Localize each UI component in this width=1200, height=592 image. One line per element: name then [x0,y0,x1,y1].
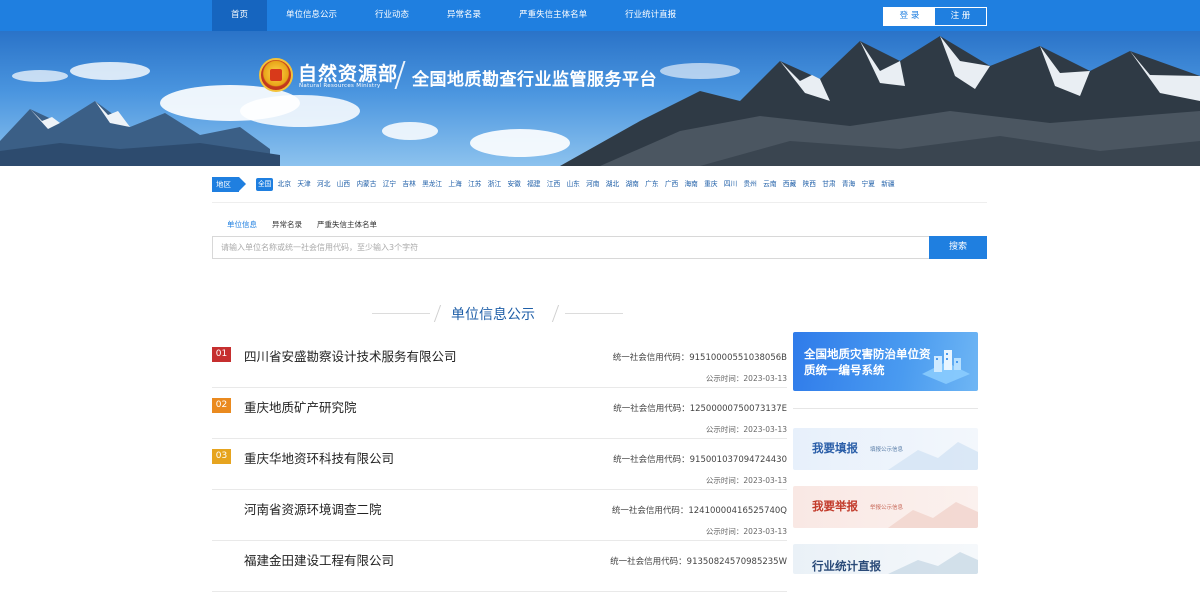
heading-tick-right [551,305,560,322]
heading-tick-left [433,305,442,322]
main-nav: 首页 单位信息公示 行业动态 异常名录 严重失信主体名单 行业统计直报 [212,0,695,31]
region-item[interactable]: 福建 [525,178,542,191]
qualification-numbering-system-card[interactable]: 全国地质灾害防治单位资质统一编号系统 [793,332,978,391]
submit-report-card[interactable]: 我要填报 填报公示信息 [793,428,978,470]
region-item[interactable]: 广西 [663,178,680,191]
national-emblem-icon [259,58,293,92]
region-item[interactable]: 全国 [256,178,274,191]
list-item[interactable]: 03 重庆华地资环科技有限公司 统一社会信用代码：91500103709472443… [212,439,787,490]
platform-title: 全国地质勘查行业监管服务平台 [412,70,657,90]
login-button[interactable]: 登 录 [884,8,935,25]
card-title: 我要填报 [812,441,858,455]
company-name[interactable]: 重庆地质矿产研究院 [244,397,357,416]
credit-code: 统一社会信用代码：915001037094724430 [613,455,787,465]
region-item[interactable]: 广东 [643,178,660,191]
tab-abnormal-list[interactable]: 异常名录 [272,219,302,230]
list-item[interactable]: 01 四川省安盛勘察设计技术服务有限公司 统一社会信用代码：915100005510… [212,337,787,388]
rank-badge: 02 [212,398,231,413]
hills-decoration [888,442,978,470]
company-name[interactable]: 四川省安盛勘察设计技术服务有限公司 [244,346,457,365]
nav-item-abnormal-list[interactable]: 异常名录 [428,0,500,31]
header-banner: 自然资源部 Natural Resources Ministry 全国地质勘查行… [0,31,1200,166]
region-item[interactable]: 河南 [584,178,601,191]
region-item[interactable]: 湖南 [623,178,640,191]
search-input[interactable] [213,237,930,258]
region-item[interactable]: 河北 [315,178,332,191]
region-item[interactable]: 安徽 [505,178,522,191]
region-filter: 全国 北京 天津 河北 山西 内蒙古 辽宁 吉林 黑龙江 上海 江苏 浙江 安徽 福建 江西 山东 河南 湖北 湖南… [256,178,899,191]
region-item[interactable]: 吉林 [400,178,417,191]
company-name[interactable]: 重庆华地资环科技有限公司 [244,448,394,467]
region-item[interactable]: 上海 [446,178,463,191]
region-item[interactable]: 黑龙江 [420,178,444,191]
region-item[interactable]: 北京 [276,178,293,191]
nav-item-unit-info[interactable]: 单位信息公示 [267,0,356,31]
region-item[interactable]: 陕西 [801,178,818,191]
region-item[interactable]: 内蒙古 [354,178,378,191]
tab-unit-info[interactable]: 单位信息 [227,219,257,230]
region-item[interactable]: 江苏 [466,178,483,191]
nav-item-dishonest-list[interactable]: 严重失信主体名单 [500,0,606,31]
region-item[interactable]: 辽宁 [381,178,398,191]
publish-time: 公示时间：2023-03-13 [705,527,787,536]
rank-badge: 01 [212,347,231,362]
register-button[interactable]: 注 册 [935,8,986,25]
region-item[interactable]: 西藏 [781,178,798,191]
credit-code: 统一社会信用代码：12500000750073137E [613,404,787,414]
ministry-english-name: Natural Resources Ministry [299,83,381,89]
card-title: 全国地质灾害防治单位资质统一编号系统 [804,347,931,377]
company-name[interactable]: 福建金田建设工程有限公司 [244,550,394,569]
unit-info-list: 01 四川省安盛勘察设计技术服务有限公司 统一社会信用代码：915100005510… [212,337,787,592]
region-item[interactable]: 天津 [295,178,312,191]
credit-code: 统一社会信用代码：12410000416525740Q [611,506,787,516]
region-item[interactable]: 贵州 [742,178,759,191]
region-item[interactable]: 海南 [682,178,699,191]
company-name[interactable]: 河南省资源环境调查二院 [244,499,382,518]
region-item[interactable]: 山西 [335,178,352,191]
section-title: 单位信息公示 [451,307,535,323]
search-tabs: 单位信息 异常名录 严重失信主体名单 [227,219,377,230]
region-item[interactable]: 甘肃 [820,178,837,191]
credit-code: 统一社会信用代码：915100005510380​56B [612,353,787,363]
card-title: 行业统计直报 [812,559,881,573]
tab-dishonest-list[interactable]: 严重失信主体名单 [317,219,377,230]
list-item[interactable]: 02 重庆地质矿产研究院 统一社会信用代码：12500000750073137E 公示… [212,388,787,439]
region-item[interactable]: 新疆 [879,178,896,191]
nav-item-industry-news[interactable]: 行业动态 [356,0,428,31]
region-item[interactable]: 重庆 [702,178,719,191]
publish-time: 公示时间：2023-03-13 [705,374,787,383]
region-item[interactable]: 山东 [564,178,581,191]
region-item[interactable]: 云南 [761,178,778,191]
buildings-icon [922,350,970,384]
publish-time: 公示时间：2023-03-13 [705,425,787,434]
region-item[interactable]: 湖北 [604,178,621,191]
ministry-name: 自然资源部 [298,63,399,85]
search-box [212,236,930,259]
rank-badge: 03 [212,449,231,464]
auth-buttons: 登 录 注 册 [883,7,987,26]
credit-code: 统一社会信用代码：91350824570985235W [610,557,787,567]
heading-line-left [372,313,430,314]
list-item[interactable]: 河南省资源环境调查二院 统一社会信用代码：12410000416525740Q 公示… [212,490,787,541]
region-item[interactable]: 四川 [722,178,739,191]
search-button[interactable]: 搜索 [929,236,987,259]
card-title: 我要举报 [812,499,858,513]
region-item[interactable]: 江西 [545,178,562,191]
sidebar-divider [793,408,978,409]
region-item[interactable]: 宁夏 [860,178,877,191]
report-violation-card[interactable]: 我要举报 举报公示信息 [793,486,978,528]
list-item[interactable]: 福建金田建设工程有限公司 统一社会信用代码：91350824570985235W [212,541,787,592]
top-nav-bar: 首页 单位信息公示 行业动态 异常名录 严重失信主体名单 行业统计直报 登 录 … [0,0,1200,31]
nav-item-statistics-report[interactable]: 行业统计直报 [606,0,695,31]
region-item[interactable]: 浙江 [486,178,503,191]
hills-decoration [888,502,978,528]
nav-item-home[interactable]: 首页 [212,0,268,31]
publish-time: 公示时间：2023-03-13 [705,476,787,485]
region-label: 地区 [212,177,246,192]
mountain-landscape-image [0,36,1200,166]
region-item[interactable]: 青海 [840,178,857,191]
heading-line-right [565,313,623,314]
divider [212,202,987,203]
